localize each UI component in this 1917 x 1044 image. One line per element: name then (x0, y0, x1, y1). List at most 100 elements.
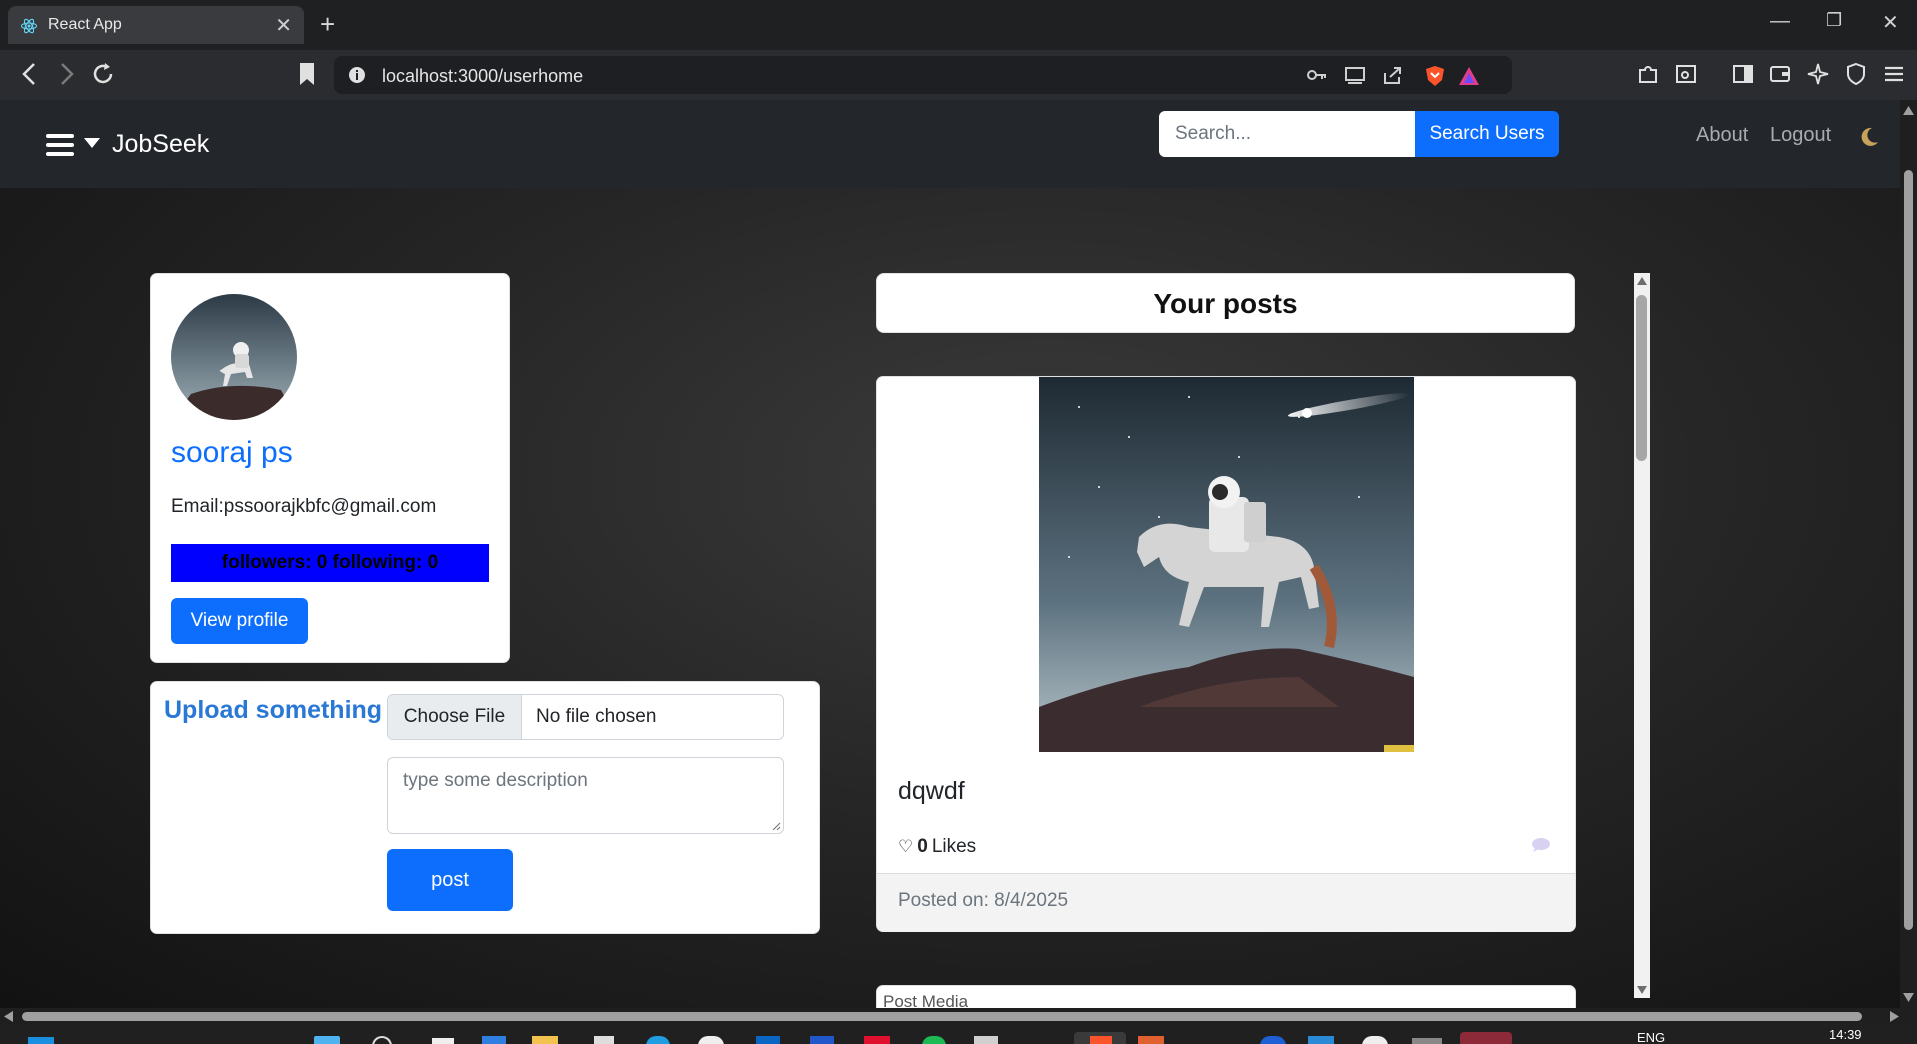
hamburger-menu-icon[interactable] (46, 134, 74, 156)
scroll-up-icon[interactable] (1637, 277, 1647, 285)
page-horizontal-scroll-thumb[interactable] (22, 1012, 1862, 1021)
search-users-button[interactable]: Search Users (1415, 111, 1559, 157)
file-input[interactable]: Choose File No file chosen (387, 694, 784, 740)
notepad-icon[interactable] (594, 1036, 614, 1044)
post-image[interactable] (1039, 377, 1414, 752)
post-footer: Posted on: 8/4/2025 (877, 873, 1575, 932)
browser-toolbar: localhost:3000/userhome (0, 50, 1917, 100)
spotify-icon[interactable] (922, 1036, 946, 1044)
description-placeholder: type some description (403, 770, 588, 791)
close-tab-icon[interactable]: ✕ (275, 13, 292, 38)
url-text: localhost:3000/userhome (382, 66, 584, 86)
user-name[interactable]: sooraj ps (171, 436, 293, 470)
tab-title: React App (48, 16, 122, 33)
profile-card: sooraj ps Email:pssoorajkbfc@gmail.com f… (150, 273, 510, 663)
app-icon-gray[interactable] (1412, 1038, 1442, 1044)
menu-icon[interactable] (1882, 62, 1906, 86)
page-horizontal-scrollbar[interactable] (0, 1008, 1917, 1024)
posts-header-card: Your posts (876, 273, 1575, 333)
dark-mode-toggle-icon[interactable] (1859, 126, 1879, 148)
vscode-icon[interactable] (1308, 1036, 1334, 1044)
heart-icon[interactable]: ♡ (898, 837, 913, 856)
chatgpt-icon[interactable] (698, 1036, 724, 1044)
avatar[interactable] (171, 294, 297, 420)
brand-logo[interactable]: JobSeek (112, 130, 209, 159)
user-email: Email:pssoorajkbfc@gmail.com (171, 496, 437, 517)
scroll-down-icon[interactable] (1637, 986, 1647, 994)
likes-label: Likes (931, 836, 977, 857)
back-icon[interactable] (18, 60, 42, 88)
post-button[interactable]: post (387, 849, 513, 911)
address-bar[interactable]: localhost:3000/userhome (334, 56, 1512, 94)
key-icon[interactable] (1306, 65, 1328, 85)
brave-shield-icon[interactable] (1424, 65, 1446, 87)
app-icon-white[interactable] (1362, 1036, 1388, 1044)
reload-icon[interactable] (90, 60, 116, 88)
likes-count: 0 (917, 836, 928, 857)
youtube-icon[interactable] (864, 1036, 890, 1044)
windows-taskbar: ENG 14:39 (0, 1024, 1917, 1044)
system-clock[interactable]: 14:39 (1829, 1027, 1862, 1042)
broken-image-alt: Post Media (883, 992, 969, 1008)
app-icon-circle[interactable] (1260, 1036, 1286, 1044)
cast-icon[interactable] (1344, 65, 1366, 85)
resize-handle-icon[interactable] (771, 821, 781, 831)
linkedin-icon[interactable] (756, 1036, 780, 1044)
view-profile-button[interactable]: View profile (171, 598, 308, 644)
upload-title: Upload something (164, 696, 383, 724)
post-card: Post Media (876, 985, 1576, 1008)
app-icon-orange[interactable] (1138, 1036, 1164, 1044)
react-logo-icon (20, 18, 38, 34)
nav-link-logout[interactable]: Logout (1770, 124, 1831, 147)
comment-icon[interactable] (1531, 837, 1551, 853)
language-indicator[interactable]: ENG (1637, 1030, 1665, 1044)
feed-scrollbar[interactable] (1634, 273, 1650, 998)
wallet-icon[interactable] (1768, 62, 1792, 86)
choose-file-button[interactable]: Choose File (388, 695, 522, 739)
page-vertical-scrollbar[interactable] (1900, 100, 1917, 1008)
edge-icon[interactable] (482, 1036, 506, 1044)
page-scroll-up-icon[interactable] (1903, 106, 1914, 115)
page-scroll-down-icon[interactable] (1903, 993, 1914, 1002)
taskbar-search-icon[interactable] (372, 1036, 392, 1044)
leo-ai-icon[interactable] (1806, 62, 1830, 86)
browser-tab[interactable]: React App ✕ (8, 6, 304, 44)
feed-scrollbar-thumb[interactable] (1636, 295, 1647, 461)
page-scroll-left-icon[interactable] (4, 1011, 13, 1022)
upload-card: Upload something Choose File No file cho… (150, 681, 820, 934)
new-tab-icon[interactable]: + (320, 10, 335, 38)
posts-header-title: Your posts (1153, 288, 1298, 319)
description-textarea[interactable]: type some description (387, 757, 784, 834)
window-close-icon[interactable]: ✕ (1882, 10, 1899, 35)
tab-search-icon[interactable] (1674, 62, 1698, 86)
windows-start-icon[interactable] (28, 1037, 54, 1044)
restore-icon[interactable]: ❐ (1826, 10, 1842, 31)
brave-taskbar-icon[interactable] (1090, 1036, 1112, 1044)
nav-link-about[interactable]: About (1696, 124, 1748, 147)
post-card: dqwdf ♡ 0 Likes Posted on: 8/4/2025 (876, 376, 1576, 932)
vpn-shield-icon[interactable] (1844, 62, 1868, 86)
app-icon-blue[interactable] (646, 1036, 670, 1044)
page-vertical-scroll-thumb[interactable] (1904, 170, 1913, 930)
forward-icon[interactable] (54, 60, 78, 88)
editor-icon[interactable] (974, 1036, 998, 1044)
dropdown-caret-icon[interactable] (84, 138, 100, 148)
page-scroll-right-icon[interactable] (1890, 1011, 1899, 1022)
share-icon[interactable] (1382, 65, 1404, 85)
sidebar-icon[interactable] (1731, 62, 1755, 86)
file-status-text: No file chosen (536, 706, 657, 727)
brave-rewards-icon[interactable] (1458, 65, 1480, 87)
app-navbar: JobSeek Search Users About Logout (0, 100, 1900, 188)
widgets-icon[interactable] (314, 1036, 340, 1044)
like-button[interactable]: ♡ 0 Likes (898, 836, 976, 858)
site-info-icon[interactable] (348, 66, 366, 84)
posted-on-date: Posted on: 8/4/2025 (898, 890, 1069, 911)
minimize-icon[interactable]: — (1770, 10, 1790, 33)
extensions-icon[interactable] (1636, 62, 1660, 86)
app-icon-badged[interactable] (810, 1036, 834, 1044)
app-icon-red[interactable] (1460, 1032, 1512, 1044)
taskview-icon[interactable] (432, 1038, 454, 1044)
search-users-input[interactable] (1159, 111, 1415, 157)
file-explorer-icon[interactable] (532, 1036, 558, 1044)
bookmark-icon[interactable] (298, 60, 316, 88)
